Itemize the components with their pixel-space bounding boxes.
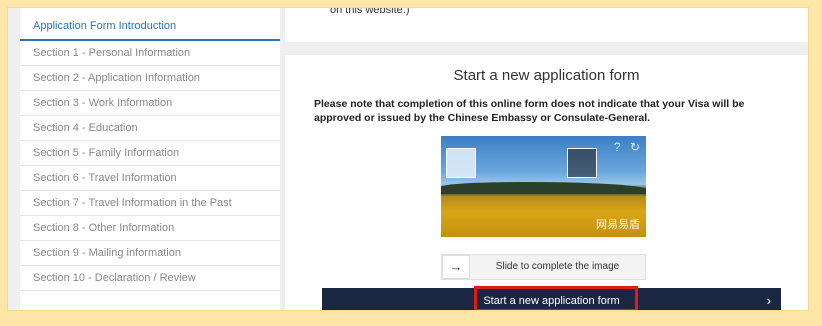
sidebar-item-section-8[interactable]: Section 8 - Other Information <box>20 216 280 241</box>
slider-instruction: Slide to complete the image <box>495 261 620 272</box>
sidebar-item-section-3[interactable]: Section 3 - Work Information <box>20 91 280 116</box>
sidebar-item-section-5[interactable]: Section 5 - Family Information <box>20 141 280 166</box>
slider-handle-arrow-icon[interactable]: → <box>442 255 470 279</box>
sidebar: Application Form Introduction Section 1 … <box>20 8 280 310</box>
sidebar-item-section-4[interactable]: Section 4 - Education <box>20 116 280 141</box>
intro-text-tail: on this website.) <box>330 8 410 16</box>
refresh-icon[interactable]: ↻ <box>630 140 640 154</box>
sidebar-item-introduction[interactable]: Application Form Introduction <box>20 8 280 41</box>
help-icon[interactable]: ? <box>614 140 621 154</box>
sidebar-item-section-7[interactable]: Section 7 - Travel Information in the Pa… <box>20 191 280 216</box>
puzzle-slot <box>567 148 597 178</box>
intro-card: on this website.) <box>285 8 808 42</box>
captcha-watermark: 网易易盾 <box>596 219 640 231</box>
captcha-hills <box>441 182 646 194</box>
page-frame: Application Form Introduction Section 1 … <box>8 8 808 310</box>
sidebar-item-section-6[interactable]: Section 6 - Travel Information <box>20 166 280 191</box>
disclaimer-note: Please note that completion of this onli… <box>314 98 745 124</box>
sidebar-item-section-2[interactable]: Section 2 - Application Information <box>20 66 280 91</box>
new-application-card: Start a new application form Please note… <box>285 55 808 310</box>
sidebar-item-section-9[interactable]: Section 9 - Mailing information <box>20 241 280 266</box>
sidebar-item-section-10[interactable]: Section 10 - Declaration / Review <box>20 266 280 291</box>
captcha-image: ? ↻ 网易易盾 <box>441 136 646 237</box>
chevron-right-icon: › <box>766 293 771 308</box>
captcha-slider[interactable]: → Slide to complete the image <box>441 254 646 280</box>
puzzle-piece[interactable] <box>446 148 476 178</box>
highlight-box <box>474 286 638 310</box>
card-title: Start a new application form <box>453 67 640 84</box>
sidebar-item-section-1[interactable]: Section 1 - Personal Information <box>20 41 280 66</box>
start-application-button[interactable]: Start a new application form › <box>322 286 781 310</box>
